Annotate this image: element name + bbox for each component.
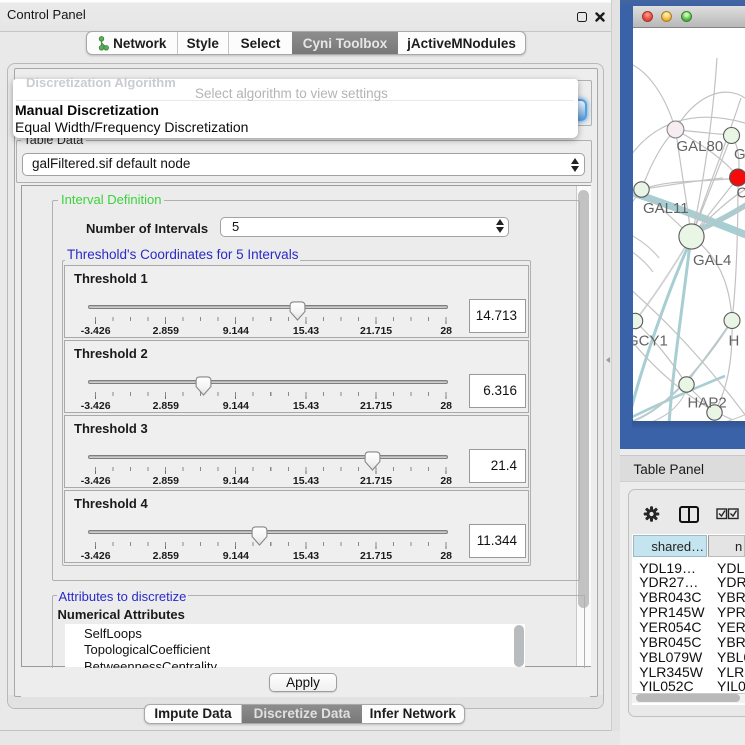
svg-text:H: H <box>728 332 739 349</box>
svg-text:GAL4: GAL4 <box>693 252 731 269</box>
svg-text:GAL11: GAL11 <box>643 200 689 217</box>
svg-text:G.: G. <box>734 146 745 163</box>
svg-text:GAL80: GAL80 <box>676 138 723 155</box>
svg-text:GCY1: GCY1 <box>633 332 668 349</box>
svg-text:C: C <box>736 184 745 201</box>
svg-text:HAP2: HAP2 <box>687 394 726 411</box>
